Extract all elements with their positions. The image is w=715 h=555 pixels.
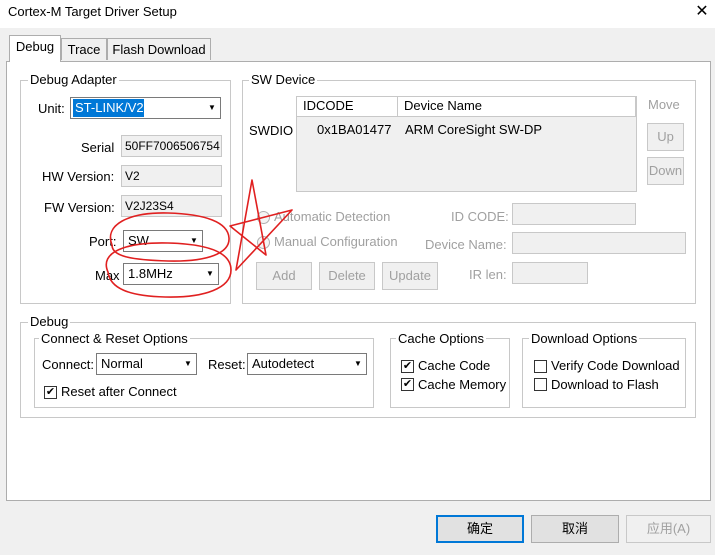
star-annotation [229, 179, 293, 271]
annotation-overlay [105, 179, 293, 298]
port-circle-annotation [109, 212, 230, 262]
max-circle-annotation [105, 242, 232, 298]
tab-debug[interactable]: Debug [9, 35, 61, 62]
